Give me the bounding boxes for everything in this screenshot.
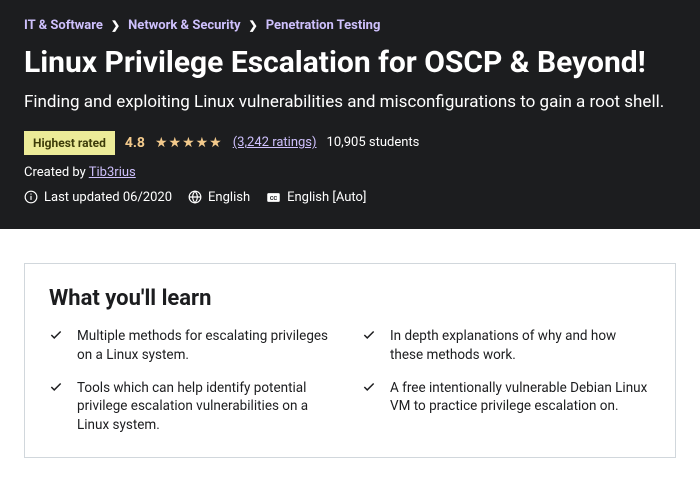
captions: CC English [Auto] — [266, 190, 366, 205]
course-title: Linux Privilege Escalation for OSCP & Be… — [24, 45, 676, 81]
learn-text: A free intentionally vulnerable Debian L… — [390, 379, 651, 436]
highest-rated-badge: Highest rated — [24, 131, 115, 155]
learn-item: Multiple methods for escalating privileg… — [49, 327, 338, 365]
author-link[interactable]: Tib3rius — [89, 165, 136, 180]
learn-item: A free intentionally vulnerable Debian L… — [362, 379, 651, 436]
rating-value: 4.8 — [125, 135, 145, 151]
content-area: What you'll learn Multiple methods for e… — [0, 229, 700, 458]
learn-heading: What you'll learn — [49, 286, 651, 311]
learn-grid: Multiple methods for escalating privileg… — [49, 327, 651, 435]
language-text: English — [208, 190, 250, 205]
globe-icon — [188, 190, 202, 204]
breadcrumb-link[interactable]: IT & Software — [24, 18, 103, 33]
ratings-link[interactable]: (3,242 ratings) — [233, 135, 317, 150]
breadcrumb: IT & Software ❯ Network & Security ❯ Pen… — [24, 18, 676, 33]
rating-row: Highest rated 4.8 ★★★★★ (3,242 ratings) … — [24, 131, 676, 155]
check-icon — [49, 380, 63, 436]
check-icon — [362, 380, 376, 436]
learn-item: Tools which can help identify potential … — [49, 379, 338, 436]
learn-text: Multiple methods for escalating privileg… — [77, 327, 338, 365]
last-updated: Last updated 06/2020 — [24, 190, 172, 205]
learn-text: In depth explanations of why and how the… — [390, 327, 651, 365]
meta-info-row: Last updated 06/2020 English CC English … — [24, 190, 676, 205]
created-by-label: Created by — [24, 165, 89, 180]
check-icon — [362, 328, 376, 365]
course-header: IT & Software ❯ Network & Security ❯ Pen… — [0, 0, 700, 229]
learn-item: In depth explanations of why and how the… — [362, 327, 651, 365]
breadcrumb-link[interactable]: Network & Security — [128, 18, 240, 33]
course-subtitle: Finding and exploiting Linux vulnerabili… — [24, 91, 676, 115]
chevron-right-icon: ❯ — [249, 19, 258, 32]
chevron-right-icon: ❯ — [111, 19, 120, 32]
author-row: Created by Tib3rius — [24, 165, 676, 180]
last-updated-text: Last updated 06/2020 — [44, 190, 172, 205]
cc-icon: CC — [266, 190, 281, 205]
students-count: 10,905 students — [327, 135, 420, 150]
check-icon — [49, 328, 63, 365]
language: English — [188, 190, 250, 205]
breadcrumb-link[interactable]: Penetration Testing — [266, 18, 381, 33]
what-youll-learn-box: What you'll learn Multiple methods for e… — [24, 263, 676, 458]
star-icons: ★★★★★ — [155, 135, 223, 151]
learn-text: Tools which can help identify potential … — [77, 379, 338, 436]
info-icon — [24, 190, 38, 204]
svg-text:CC: CC — [270, 196, 278, 202]
captions-text: English [Auto] — [287, 190, 366, 205]
